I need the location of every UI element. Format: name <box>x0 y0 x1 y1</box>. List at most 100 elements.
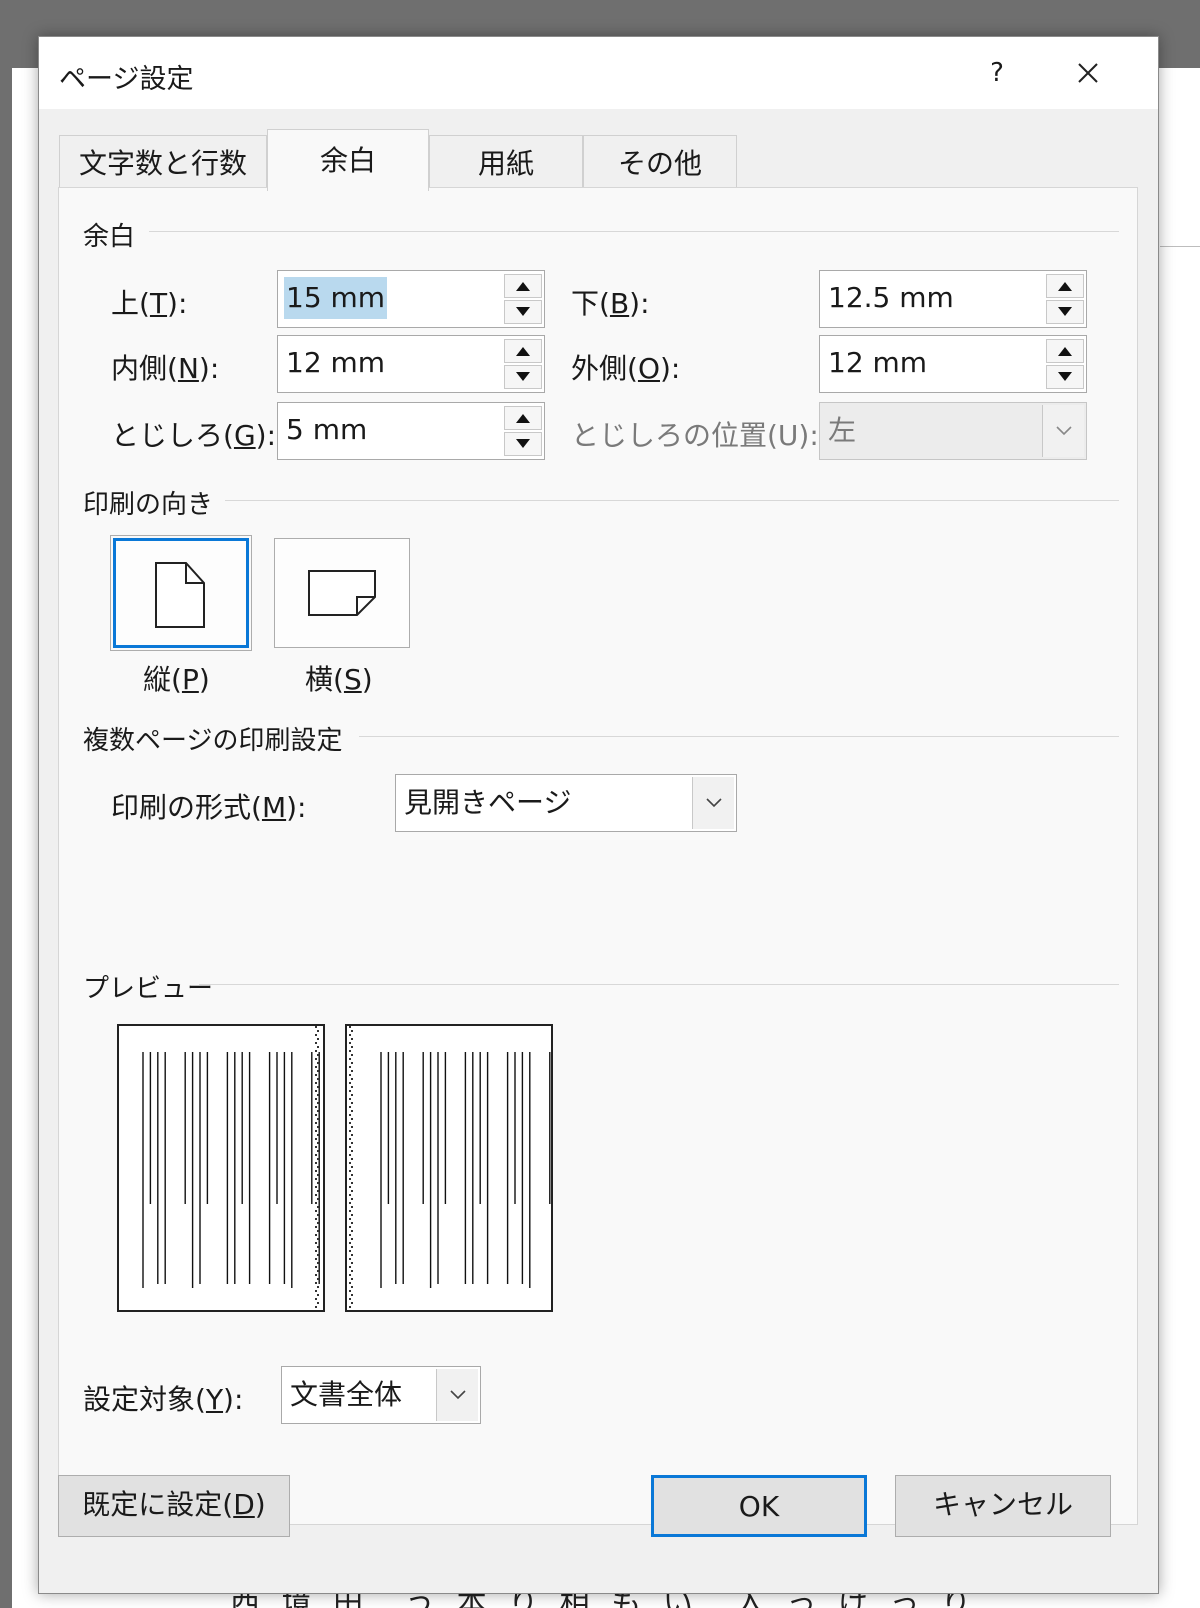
page-setup-dialog: ページ設定 ? 文字数と行数 余白 用紙 その他 余白 上(T): 15 mm … <box>38 36 1159 1594</box>
preview-gutter-hatch <box>349 1170 351 1172</box>
preview-gutter-hatch <box>315 1082 317 1084</box>
triangle-down-icon <box>516 439 530 448</box>
set-as-default-button[interactable]: 既定に設定(D) <box>58 1475 290 1537</box>
top-margin-decrement[interactable] <box>504 300 542 324</box>
preview-gutter-hatch <box>351 1166 353 1168</box>
preview-gutter-hatch <box>351 1286 353 1288</box>
tab-margins[interactable]: 余白 <box>267 129 429 191</box>
ok-button[interactable]: OK <box>651 1475 867 1537</box>
close-button[interactable] <box>1063 49 1113 97</box>
preview-gutter-hatch <box>315 1250 317 1252</box>
triangle-down-icon <box>1058 372 1072 381</box>
preview-gutter-hatch <box>351 1254 353 1256</box>
gutter-input[interactable]: 5 mm <box>284 409 369 451</box>
bottom-margin-input[interactable]: 12.5 mm <box>826 277 956 319</box>
preview-gutter-hatch <box>315 1202 317 1204</box>
preview-gutter-hatch <box>349 1034 351 1036</box>
inside-margin-spinner[interactable]: 12 mm <box>277 335 545 393</box>
landscape-label: 横(S) <box>305 663 373 696</box>
preview-gutter-hatch <box>317 1038 319 1040</box>
bottom-margin-spinner[interactable]: 12.5 mm <box>819 270 1087 328</box>
inside-margin-increment[interactable] <box>504 339 542 363</box>
preview-gutter-hatch <box>315 1266 317 1268</box>
portrait-button[interactable] <box>110 535 252 651</box>
triangle-up-icon <box>516 347 530 356</box>
preview-gutter-hatch <box>317 1158 319 1160</box>
outside-margin-label: 外側(O): <box>571 352 681 385</box>
top-margin-spinner[interactable]: 15 mm <box>277 270 545 328</box>
preview-gutter-hatch <box>317 1166 319 1168</box>
preview-gutter-hatch <box>351 1038 353 1040</box>
preview-gutter-hatch <box>349 1298 351 1300</box>
triangle-down-icon <box>1058 307 1072 316</box>
document-ruler-line <box>1160 246 1200 247</box>
triangle-up-icon <box>1058 347 1072 356</box>
preview-gutter-hatch <box>315 1210 317 1212</box>
preview-gutter-hatch <box>351 1094 353 1096</box>
preview-gutter-hatch <box>317 1182 319 1184</box>
preview-gutter-hatch <box>317 1278 319 1280</box>
preview-gutter-hatch <box>351 1198 353 1200</box>
preview-gutter-hatch <box>351 1214 353 1216</box>
preview-gutter-hatch <box>317 1126 319 1128</box>
preview-gutter-hatch <box>315 1146 317 1148</box>
help-button[interactable]: ? <box>977 53 1017 93</box>
preview-gutter-hatch <box>349 1114 351 1116</box>
preview-gutter-hatch <box>349 1258 351 1260</box>
landscape-button[interactable] <box>274 538 410 648</box>
print-format-dropdown[interactable]: 見開きページ <box>395 774 737 832</box>
top-margin-input[interactable]: 15 mm <box>284 277 388 319</box>
preview-gutter-hatch <box>315 1170 317 1172</box>
preview-gutter-hatch <box>317 1070 319 1072</box>
triangle-up-icon <box>516 414 530 423</box>
preview-gutter-hatch <box>317 1294 319 1296</box>
outside-margin-decrement[interactable] <box>1046 365 1084 389</box>
top-margin-label: 上(T): <box>111 287 188 320</box>
tab-other[interactable]: その他 <box>583 135 737 191</box>
apply-to-dropdown[interactable]: 文書全体 <box>281 1366 481 1424</box>
inside-margin-input[interactable]: 12 mm <box>284 342 387 384</box>
outside-margin-spinner[interactable]: 12 mm <box>819 335 1087 393</box>
inside-margin-decrement[interactable] <box>504 365 542 389</box>
preview-gutter-hatch <box>349 1138 351 1140</box>
gutter-decrement[interactable] <box>504 432 542 456</box>
tab-paper[interactable]: 用紙 <box>429 135 583 191</box>
preview-gutter-hatch <box>317 1118 319 1120</box>
preview-gutter-hatch <box>351 1142 353 1144</box>
print-format-value: 見開きページ <box>404 786 572 819</box>
preview-gutter-hatch <box>349 1210 351 1212</box>
bottom-margin-decrement[interactable] <box>1046 300 1084 324</box>
gutter-position-dropdown-button <box>1042 405 1084 457</box>
preview-gutter-hatch <box>315 1282 317 1284</box>
preview-gutter-hatch <box>315 1114 317 1116</box>
gutter-spinner[interactable]: 5 mm <box>277 402 545 460</box>
preview-gutter-hatch <box>351 1206 353 1208</box>
preview-gutter-hatch <box>349 1186 351 1188</box>
preview-gutter-hatch <box>351 1222 353 1224</box>
top-margin-increment[interactable] <box>504 274 542 298</box>
gutter-increment[interactable] <box>504 406 542 430</box>
preview-gutter-hatch <box>351 1246 353 1248</box>
preview-gutter-hatch <box>351 1150 353 1152</box>
preview-gutter-hatch <box>315 1074 317 1076</box>
preview-gutter-hatch <box>315 1194 317 1196</box>
outside-margin-input[interactable]: 12 mm <box>826 342 929 384</box>
preview-gutter-hatch <box>315 1162 317 1164</box>
preview-gutter-hatch <box>351 1118 353 1120</box>
preview-gutter-hatch <box>349 1226 351 1228</box>
bottom-margin-label: 下(B): <box>571 287 650 320</box>
tab-characters-lines[interactable]: 文字数と行数 <box>59 135 267 191</box>
preview-gutter-hatch <box>351 1078 353 1080</box>
preview-gutter-hatch <box>317 1134 319 1136</box>
preview-left-page-lines <box>142 1026 320 1308</box>
cancel-button[interactable]: キャンセル <box>895 1475 1111 1537</box>
outside-margin-increment[interactable] <box>1046 339 1084 363</box>
print-format-dropdown-button[interactable] <box>692 777 734 829</box>
preview-gutter-hatch <box>349 1154 351 1156</box>
triangle-up-icon <box>1058 282 1072 291</box>
preview-gutter-hatch <box>349 1130 351 1132</box>
preview-gutter-hatch <box>315 1290 317 1292</box>
apply-to-dropdown-button[interactable] <box>436 1369 478 1421</box>
bottom-margin-increment[interactable] <box>1046 274 1084 298</box>
gutter-label: とじしろ(G): <box>111 419 276 452</box>
